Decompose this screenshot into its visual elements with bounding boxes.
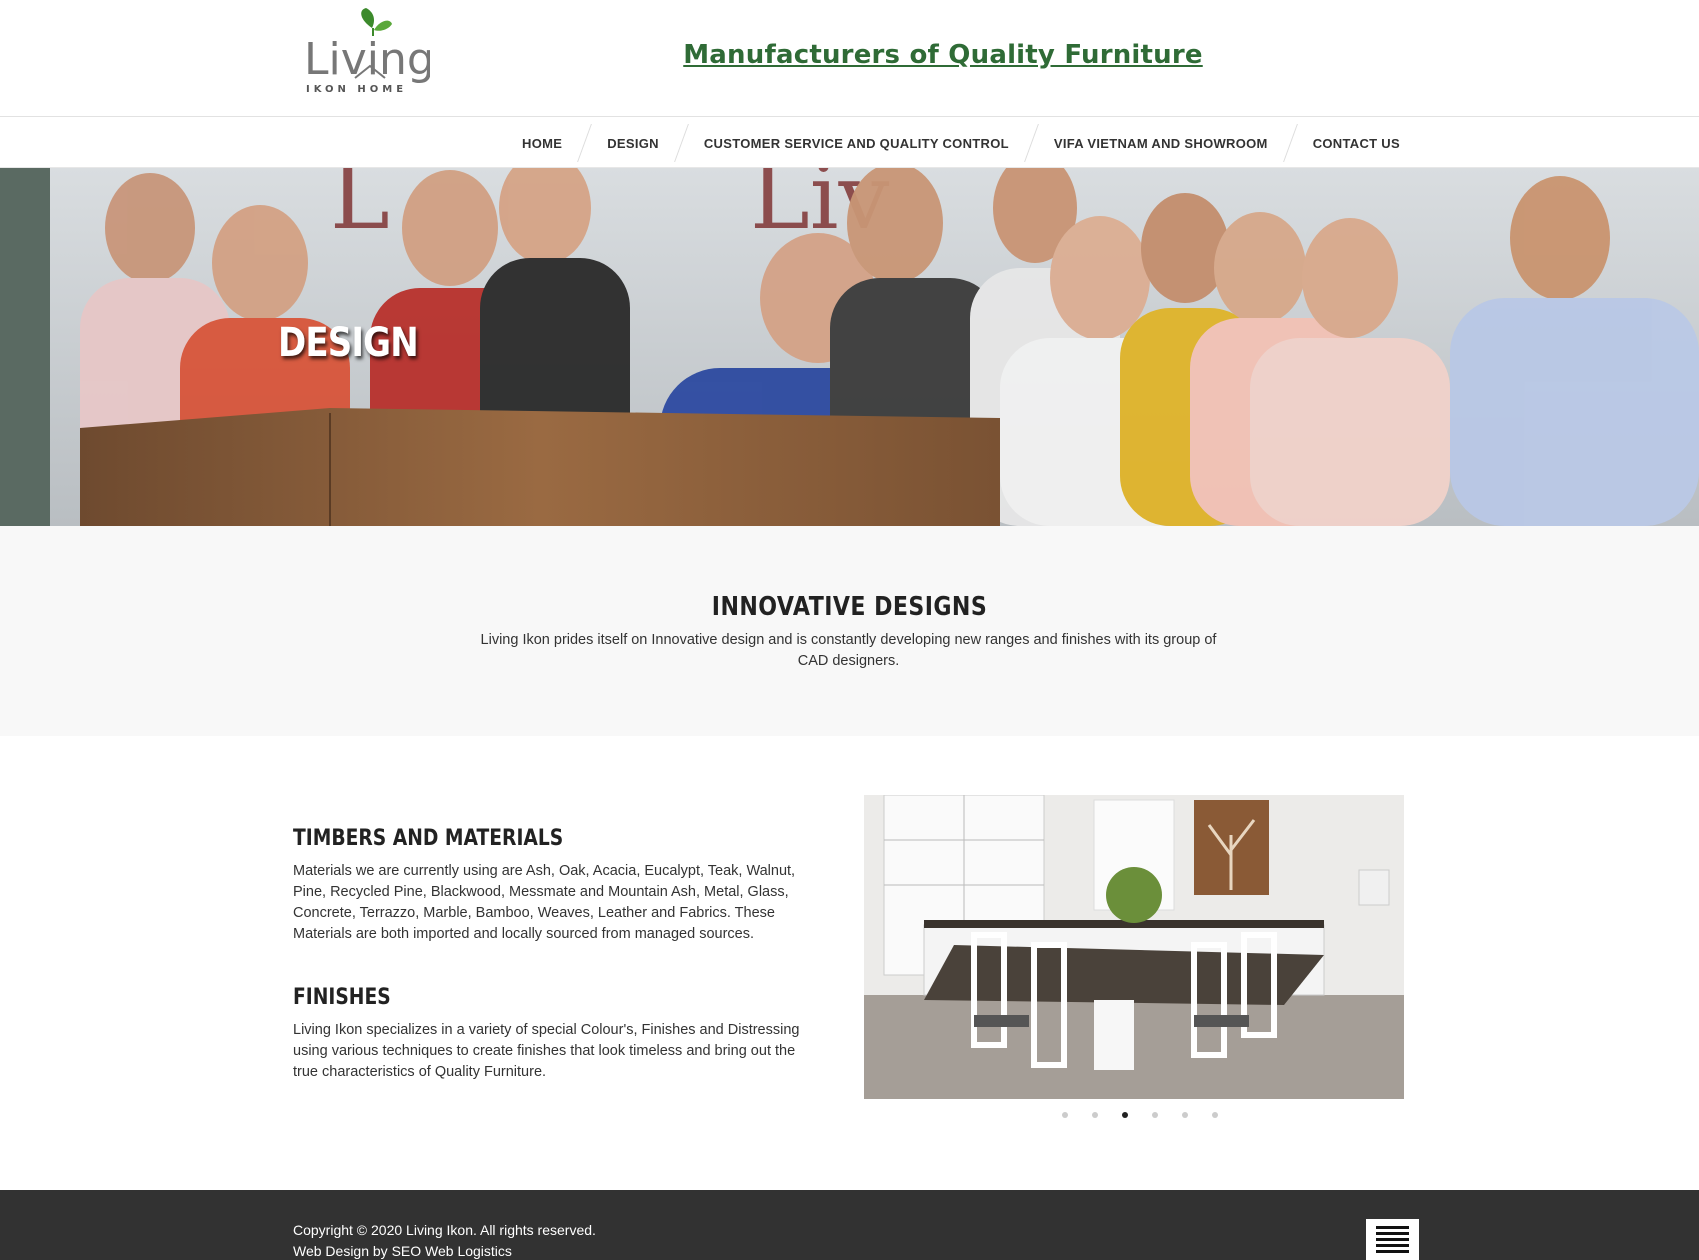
web-design-credit[interactable]: Web Design by SEO Web Logistics xyxy=(293,1241,596,1260)
svg-text:IKON HOME: IKON HOME xyxy=(306,84,407,95)
dining-room-photo xyxy=(864,795,1404,1099)
intro-section: INNOVATIVE DESIGNS Living Ikon prides it… xyxy=(0,526,1699,736)
image-slider[interactable] xyxy=(864,795,1404,1099)
copyright-text: Copyright © 2020 Living Ikon. All rights… xyxy=(293,1222,596,1238)
finishes-text: Living Ikon specializes in a variety of … xyxy=(293,1022,800,1080)
svg-text:L: L xyxy=(330,168,390,250)
slider-dot[interactable] xyxy=(1062,1112,1068,1118)
nav-item-customer-service[interactable]: CUSTOMER SERVICE AND QUALITY CONTROL xyxy=(682,136,1031,151)
nav-item-design[interactable]: DESIGN xyxy=(585,136,681,151)
svg-text:Living: Living xyxy=(304,34,430,85)
living-ikon-logo[interactable]: Living IKON HOME xyxy=(300,6,435,101)
intro-text: Living Ikon prides itself on Innovative … xyxy=(480,632,1217,669)
hero-banner: L Liv DESIGN xyxy=(0,168,1699,526)
footer-badge-icon[interactable] xyxy=(1366,1219,1419,1260)
site-footer: Copyright © 2020 Living Ikon. All rights… xyxy=(0,1190,1699,1260)
slider-pagination xyxy=(1050,1112,1230,1118)
nav-item-vifa-vietnam[interactable]: VIFA VIETNAM AND SHOWROOM xyxy=(1032,136,1290,151)
site-header: Living IKON HOME Manufacturers of Qualit… xyxy=(0,0,1699,117)
site-tagline[interactable]: Manufacturers of Quality Furniture xyxy=(600,40,1286,70)
content-section: TIMBERS AND MATERIALS Materials we are c… xyxy=(0,736,1699,1190)
slider-dot[interactable] xyxy=(1152,1112,1158,1118)
footer-text: Copyright © 2020 Living Ikon. All rights… xyxy=(293,1220,596,1260)
finishes-block: FINISHES Living Ikon specializes in a va… xyxy=(293,985,823,1083)
finishes-heading: FINISHES xyxy=(293,985,391,1010)
timbers-heading: TIMBERS AND MATERIALS xyxy=(293,826,564,851)
slider-dot-active[interactable] xyxy=(1122,1112,1128,1118)
hero-team-photo: L Liv xyxy=(0,168,1699,526)
main-navigation: HOME DESIGN CUSTOMER SERVICE AND QUALITY… xyxy=(0,118,1699,168)
slider-dot[interactable] xyxy=(1182,1112,1188,1118)
nav-item-contact-us[interactable]: CONTACT US xyxy=(1291,136,1422,151)
nav-item-home[interactable]: HOME xyxy=(500,136,584,151)
logo-graphic: Living IKON HOME xyxy=(304,8,435,95)
intro-heading: INNOVATIVE DESIGNS xyxy=(711,592,988,622)
timbers-text: Materials we are currently using are Ash… xyxy=(293,863,796,942)
timbers-block: TIMBERS AND MATERIALS Materials we are c… xyxy=(293,826,823,945)
text-column: TIMBERS AND MATERIALS Materials we are c… xyxy=(293,826,823,1083)
hero-title: DESIGN xyxy=(278,320,419,366)
slider-dot[interactable] xyxy=(1092,1112,1098,1118)
slider-dot[interactable] xyxy=(1212,1112,1218,1118)
